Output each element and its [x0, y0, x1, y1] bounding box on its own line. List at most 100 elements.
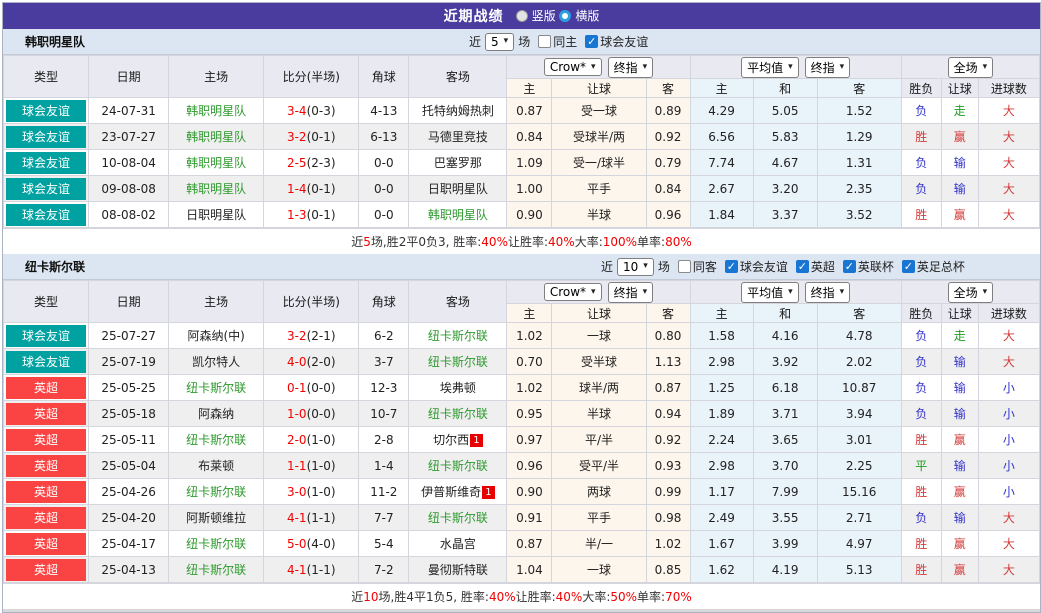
cell-result-handicap: 赢 [941, 124, 978, 150]
cell-handicap: 受半球 [552, 349, 646, 375]
away-team-name: 纽卡斯尔联 [428, 511, 488, 525]
cell-match-type: 球会友谊 [4, 176, 89, 202]
radio-横版[interactable]: 横版 [559, 7, 599, 24]
cell-handicap: 两球 [552, 479, 646, 505]
cell-avg-home: 1.67 [690, 531, 753, 557]
column-header: 客场 [409, 56, 507, 98]
select-average[interactable]: 平均值▾ [741, 282, 799, 303]
chevron-down-icon: ▾ [983, 63, 988, 72]
cell-result-handicap: 输 [941, 505, 978, 531]
home-team-name: 韩职明星队 [186, 182, 246, 196]
near-label: 近 [601, 258, 613, 275]
match-type-badge: 英超 [6, 403, 86, 425]
checkbox-label: 球会友谊 [600, 33, 648, 50]
summary-segment: 40% [481, 235, 508, 249]
cell-corners: 6-2 [359, 323, 409, 349]
cell-home-odds: 1.00 [507, 176, 552, 202]
cell-home-team: 韩职明星队 [169, 98, 264, 124]
check-icon: ✓ [796, 260, 809, 273]
away-team-name: 伊普斯维奇 [421, 485, 481, 499]
select-odds-stage-1[interactable]: 终指▾ [608, 282, 654, 303]
cell-avg-draw: 3.65 [753, 427, 817, 453]
select-match-count[interactable]: 5▾ [485, 33, 514, 51]
full-score: 5-0 [287, 537, 307, 551]
checkbox-英联杯[interactable]: ✓英联杯 [843, 258, 894, 275]
cell-home-odds: 1.02 [507, 323, 552, 349]
cell-away-team: 韩职明星队 [409, 202, 507, 228]
checkbox-box [678, 260, 691, 273]
half-score: (2-3) [307, 156, 336, 170]
cell-home-odds: 0.95 [507, 401, 552, 427]
sub-column-header: 让球 [941, 79, 978, 98]
cell-handicap: 球半/两 [552, 375, 646, 401]
radio-竖版[interactable]: 竖版 [516, 7, 556, 24]
cell-home-team: 凯尔特人 [169, 349, 264, 375]
checkbox-英超[interactable]: ✓英超 [796, 258, 835, 275]
checkbox-英足总杯[interactable]: ✓英足总杯 [902, 258, 965, 275]
cell-handicap: 受球半/两 [552, 124, 646, 150]
section-summary: 近10场,胜4平1负5, 胜率:40% 让胜率:40% 大率:50% 单率:70… [3, 583, 1040, 609]
half-score: (0-0) [307, 407, 336, 421]
select-average[interactable]: 平均值▾ [741, 57, 799, 78]
cell-result-goals: 大 [978, 349, 1039, 375]
cell-home-odds: 0.90 [507, 202, 552, 228]
cell-result-handicap: 输 [941, 375, 978, 401]
cell-match-type: 球会友谊 [4, 202, 89, 228]
cell-handicap: 半球 [552, 202, 646, 228]
select-odds-company[interactable]: Crow*▾ [544, 58, 602, 76]
cell-home-odds: 1.09 [507, 150, 552, 176]
cell-result-handicap: 赢 [941, 531, 978, 557]
cell-handicap: 平手 [552, 505, 646, 531]
radio-label: 竖版 [532, 7, 556, 24]
match-row: 英超 25-04-13 纽卡斯尔联 4-1(1-1) 7-2 曼彻斯特联 1.0… [4, 557, 1040, 583]
half-score: (0-1) [307, 182, 336, 196]
half-score: (1-0) [307, 459, 336, 473]
select-odds-stage-2[interactable]: 终指▾ [805, 282, 851, 303]
cell-avg-home: 2.24 [690, 427, 753, 453]
select-full-match[interactable]: 全场▾ [948, 282, 994, 303]
match-type-badge: 英超 [6, 533, 86, 555]
away-team-name: 巴塞罗那 [434, 156, 482, 170]
cell-score: 3-2(0-1) [264, 124, 359, 150]
cell-away-odds: 0.80 [646, 323, 690, 349]
full-score: 4-1 [287, 563, 307, 577]
cell-result-handicap: 赢 [941, 202, 978, 228]
cell-home-team: 阿斯顿维拉 [169, 505, 264, 531]
cell-result-wl: 胜 [901, 427, 941, 453]
cell-avg-away: 2.25 [817, 453, 901, 479]
home-team-name: 布莱顿 [198, 459, 234, 473]
cell-result-wl: 胜 [901, 557, 941, 583]
column-header: 主场 [169, 56, 264, 98]
cell-away-team: 曼彻斯特联 [409, 557, 507, 583]
chevron-down-icon: ▾ [643, 288, 648, 297]
select-full-match[interactable]: 全场▾ [948, 57, 994, 78]
cell-home-team: 韩职明星队 [169, 176, 264, 202]
cell-home-odds: 0.97 [507, 427, 552, 453]
checkbox-球会友谊[interactable]: ✓球会友谊 [585, 33, 648, 50]
bottom-strip [3, 609, 1040, 612]
full-score: 0-1 [287, 381, 307, 395]
checkbox-同主[interactable]: 同主 [538, 33, 577, 50]
cell-score: 1-1(1-0) [264, 453, 359, 479]
checkbox-同客[interactable]: 同客 [678, 258, 717, 275]
red-card-badge: 1 [470, 434, 482, 447]
checkbox-球会友谊[interactable]: ✓球会友谊 [725, 258, 788, 275]
cell-date: 25-04-26 [89, 479, 169, 505]
cell-corners: 7-7 [359, 505, 409, 531]
half-score: (0-3) [307, 104, 336, 118]
cell-match-type: 球会友谊 [4, 323, 89, 349]
away-team-name: 埃弗顿 [440, 381, 476, 395]
cell-avg-home: 1.25 [690, 375, 753, 401]
cell-match-type: 球会友谊 [4, 349, 89, 375]
home-team-name: 纽卡斯尔联 [186, 563, 246, 577]
select-odds-stage-2[interactable]: 终指▾ [805, 57, 851, 78]
select-odds-company[interactable]: Crow*▾ [544, 283, 602, 301]
cell-away-odds: 0.85 [646, 557, 690, 583]
select-odds-stage-1[interactable]: 终指▾ [608, 57, 654, 78]
half-score: (0-1) [307, 208, 336, 222]
cell-avg-draw: 3.55 [753, 505, 817, 531]
near-label: 近 [469, 33, 481, 50]
cell-avg-draw: 3.70 [753, 453, 817, 479]
select-match-count[interactable]: 10▾ [617, 258, 654, 276]
away-team-name: 马德里竞技 [428, 130, 488, 144]
